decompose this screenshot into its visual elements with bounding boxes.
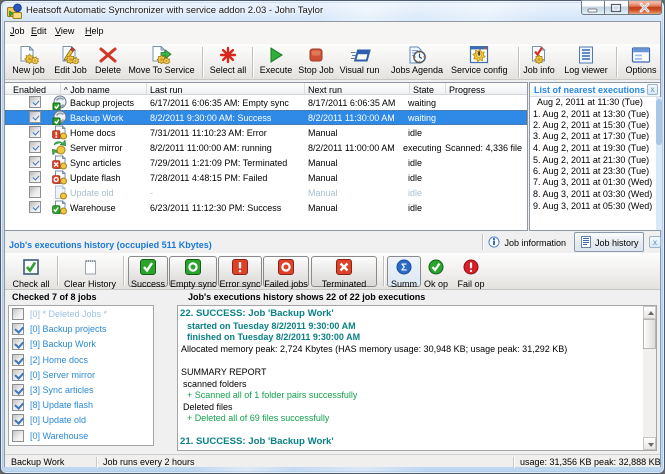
svg-text:Σ: Σ [401,263,407,274]
